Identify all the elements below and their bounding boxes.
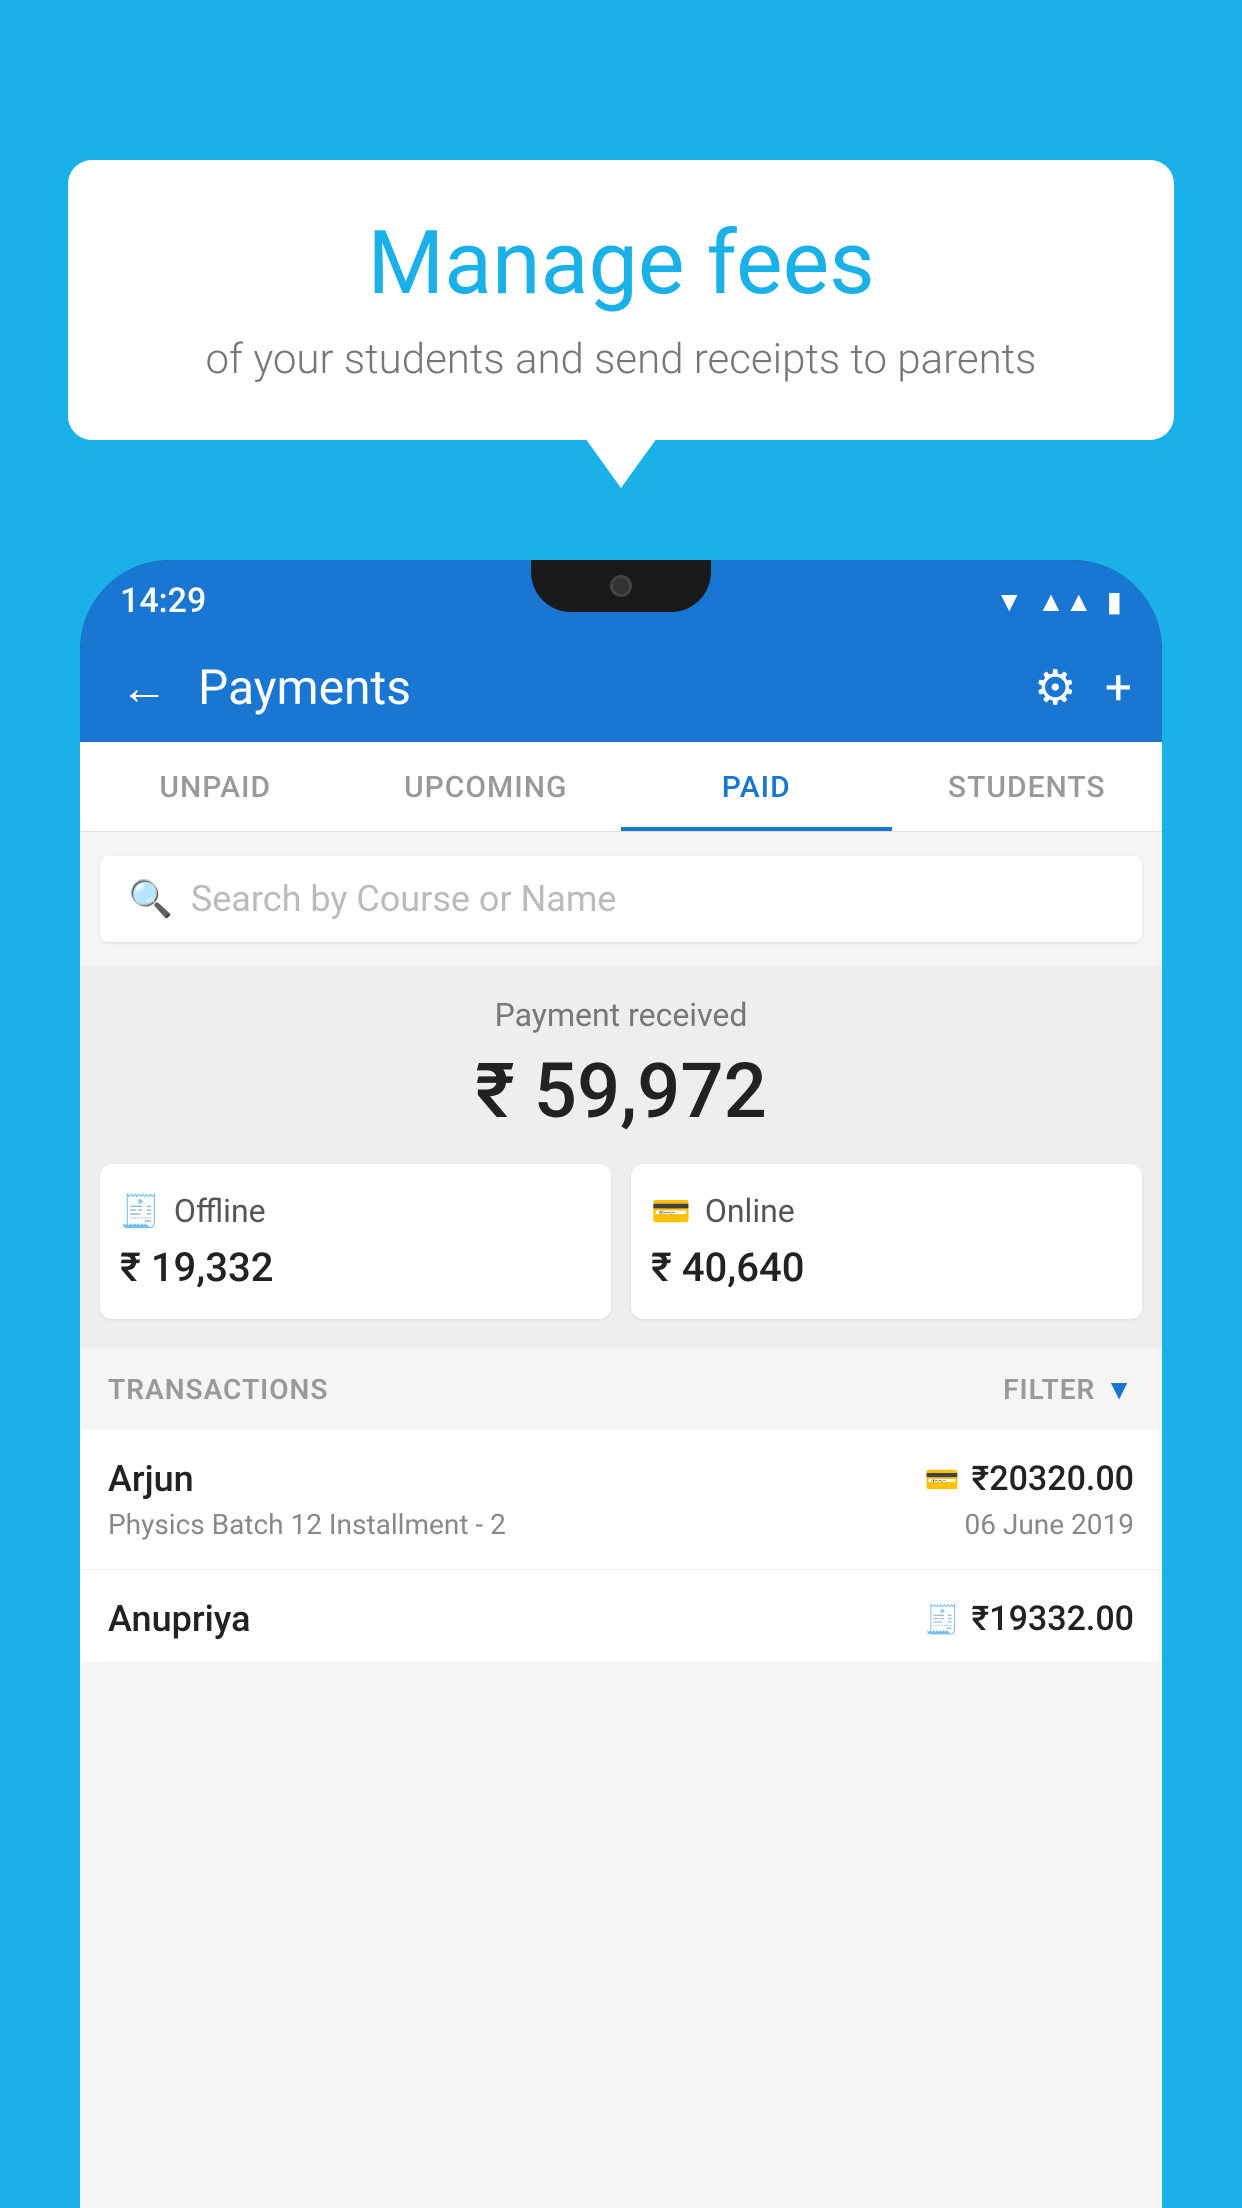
filter-icon: ▼ (1105, 1373, 1134, 1406)
search-bar[interactable]: 🔍 Search by Course or Name (100, 856, 1142, 942)
online-icon: 💳 (651, 1192, 691, 1230)
filter-button[interactable]: FILTER ▼ (1003, 1373, 1134, 1406)
transaction-amount-2: ₹19332.00 (972, 1599, 1134, 1639)
bubble-heading: Manage fees (128, 212, 1114, 315)
tab-unpaid[interactable]: UNPAID (80, 742, 351, 831)
transaction-row-top: Arjun 💳 ₹20320.00 (108, 1458, 1134, 1500)
transaction-name: Arjun (108, 1458, 194, 1500)
phone-frame: 14:29 ▼ ▲▲ ▮ ← Payments ⚙ + UNPAID UPCOM… (80, 560, 1162, 2208)
tab-paid[interactable]: PAID (621, 742, 892, 831)
transaction-item-partial[interactable]: Anupriya 🧾 ₹19332.00 (80, 1570, 1162, 1662)
app-bar-actions: ⚙ + (1034, 659, 1132, 716)
offline-icon: 🧾 (120, 1192, 160, 1230)
speech-bubble: Manage fees of your students and send re… (68, 160, 1174, 440)
tab-upcoming[interactable]: UPCOMING (351, 742, 622, 831)
battery-icon: ▮ (1107, 585, 1122, 618)
tab-students[interactable]: STUDENTS (892, 742, 1163, 831)
app-bar: ← Payments ⚙ + (80, 632, 1162, 742)
payment-cards: 🧾 Offline ₹ 19,332 💳 Online ₹ 40,640 (100, 1164, 1142, 1319)
page-title: Payments (198, 659, 1014, 716)
payment-total-amount: ₹ 59,972 (100, 1046, 1142, 1136)
transaction-sub-row: Physics Batch 12 Installment - 2 06 June… (108, 1508, 1134, 1541)
offline-card-header: 🧾 Offline (120, 1192, 591, 1230)
transaction-row-top-2: Anupriya 🧾 ₹19332.00 (108, 1598, 1134, 1640)
transaction-amount-wrap-2: 🧾 ₹19332.00 (925, 1599, 1134, 1639)
online-label: Online (705, 1192, 795, 1230)
phone-notch (531, 560, 711, 612)
settings-button[interactable]: ⚙ (1034, 659, 1077, 716)
tabs-bar: UNPAID UPCOMING PAID STUDENTS (80, 742, 1162, 832)
transaction-name-2: Anupriya (108, 1598, 251, 1640)
back-button[interactable]: ← (110, 649, 178, 726)
camera (610, 575, 632, 597)
app-content: 🔍 Search by Course or Name Payment recei… (80, 832, 1162, 2208)
status-time: 14:29 (120, 581, 206, 621)
transaction-date: 06 June 2019 (964, 1508, 1134, 1541)
transaction-amount-wrap: 💳 ₹20320.00 (925, 1459, 1134, 1499)
bubble-subtext: of your students and send receipts to pa… (128, 335, 1114, 384)
offline-card: 🧾 Offline ₹ 19,332 (100, 1164, 611, 1319)
payment-type-icon-2: 🧾 (925, 1603, 960, 1636)
online-card-header: 💳 Online (651, 1192, 1122, 1230)
offline-amount: ₹ 19,332 (120, 1244, 591, 1291)
online-card: 💳 Online ₹ 40,640 (631, 1164, 1142, 1319)
filter-label: FILTER (1003, 1373, 1095, 1406)
add-button[interactable]: + (1105, 659, 1132, 716)
transactions-header: TRANSACTIONS FILTER ▼ (80, 1349, 1162, 1430)
search-placeholder: Search by Course or Name (191, 878, 617, 920)
online-amount: ₹ 40,640 (651, 1244, 1122, 1291)
payment-received-label: Payment received (100, 996, 1142, 1034)
transaction-item[interactable]: Arjun 💳 ₹20320.00 Physics Batch 12 Insta… (80, 1430, 1162, 1570)
wifi-icon: ▼ (995, 585, 1023, 618)
payment-type-icon: 💳 (925, 1463, 960, 1496)
offline-label: Offline (174, 1192, 266, 1230)
signal-icon: ▲▲ (1037, 585, 1092, 618)
search-icon: 🔍 (128, 878, 173, 920)
transaction-amount: ₹20320.00 (972, 1459, 1134, 1499)
transactions-label: TRANSACTIONS (108, 1373, 328, 1406)
payment-received-section: Payment received ₹ 59,972 🧾 Offline ₹ 19… (80, 966, 1162, 1349)
transaction-course: Physics Batch 12 Installment - 2 (108, 1508, 506, 1541)
status-icons: ▼ ▲▲ ▮ (995, 585, 1122, 618)
